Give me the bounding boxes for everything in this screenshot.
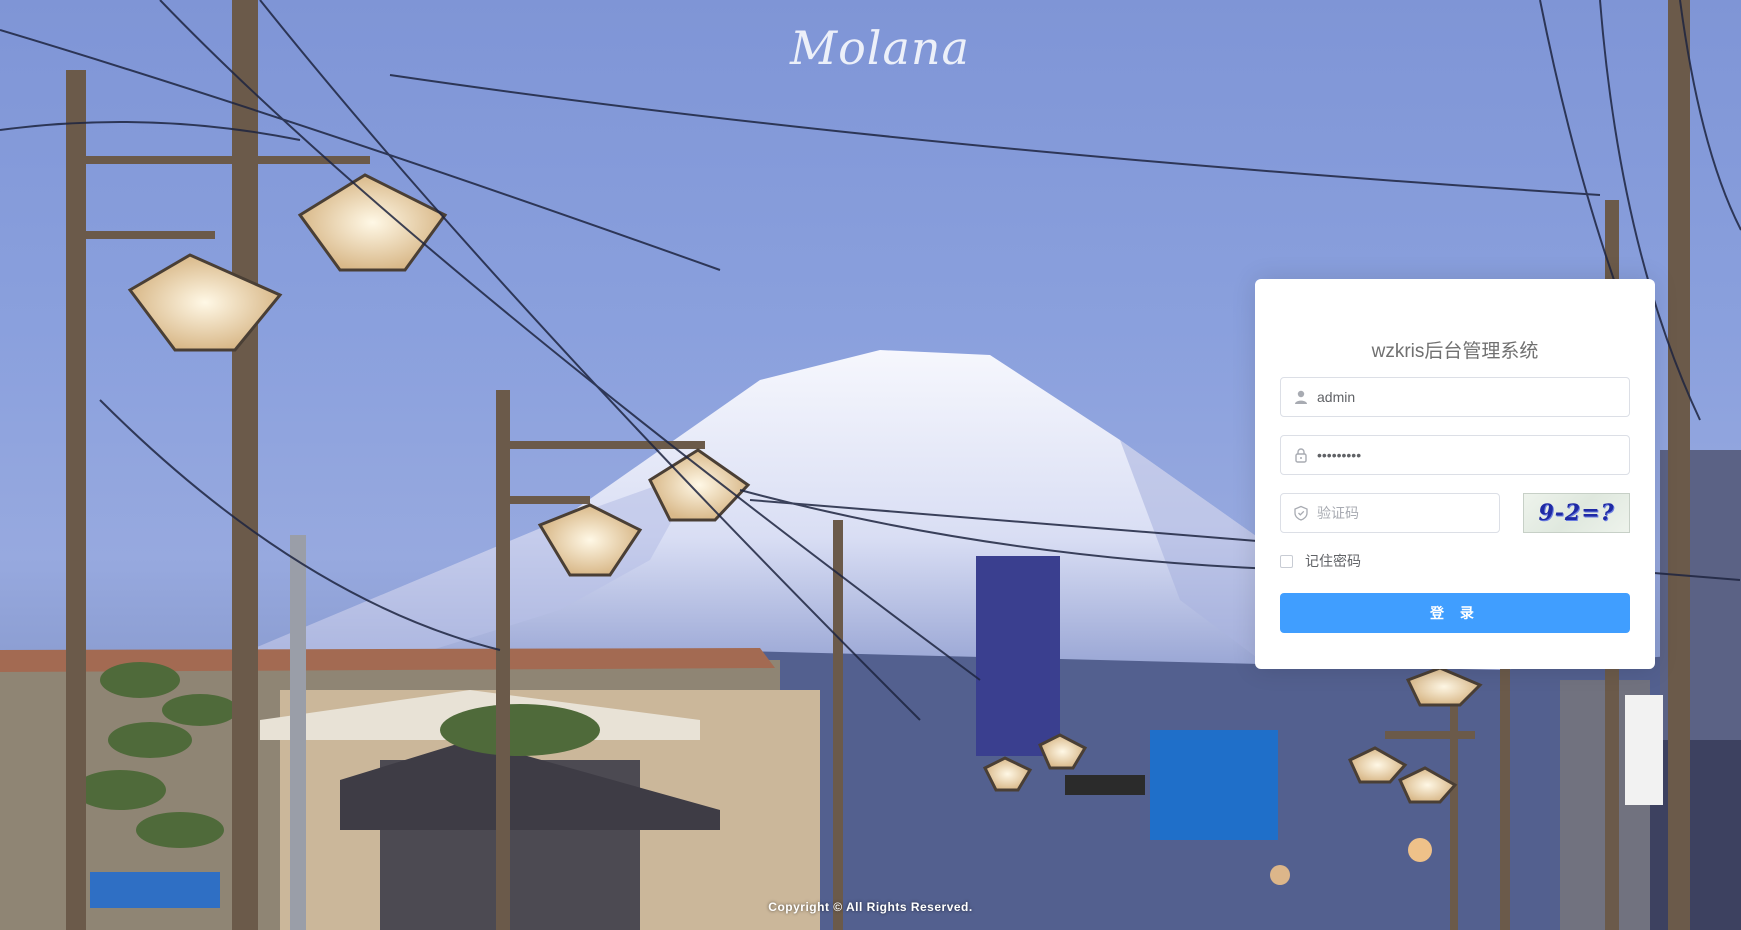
remember-label: 记住密码 <box>1305 553 1361 569</box>
remember-password[interactable]: 记住密码 <box>1280 551 1630 571</box>
captcha-image-text: 9-2=? <box>1538 500 1615 526</box>
password-input[interactable] <box>1317 436 1619 474</box>
username-input[interactable] <box>1317 378 1619 416</box>
login-form: wzkris后台管理系统 admin ••••••••• 验证码 9-2=? 记… <box>1255 279 1655 669</box>
login-title: wzkris后台管理系统 <box>1371 341 1539 362</box>
captcha-field[interactable] <box>1280 493 1500 533</box>
remember-checkbox[interactable] <box>1280 554 1293 568</box>
login-button[interactable]: 登 录 <box>1280 593 1630 633</box>
username-field[interactable] <box>1280 377 1630 417</box>
captcha-row: 9-2=? <box>1280 493 1630 533</box>
lock-icon <box>1295 448 1307 463</box>
user-icon <box>1295 390 1307 404</box>
password-field[interactable] <box>1280 435 1630 475</box>
captcha-input[interactable] <box>1317 494 1489 532</box>
login-page: Molana wzkris后台管理系统 admin ••••••••• 验证码 … <box>0 0 1741 930</box>
shield-icon <box>1294 505 1308 521</box>
captcha-image[interactable]: 9-2=? <box>1523 493 1630 533</box>
copyright-footer: Copyright © All Rights Reserved. <box>768 900 973 914</box>
site-logo: Molana <box>790 21 970 75</box>
